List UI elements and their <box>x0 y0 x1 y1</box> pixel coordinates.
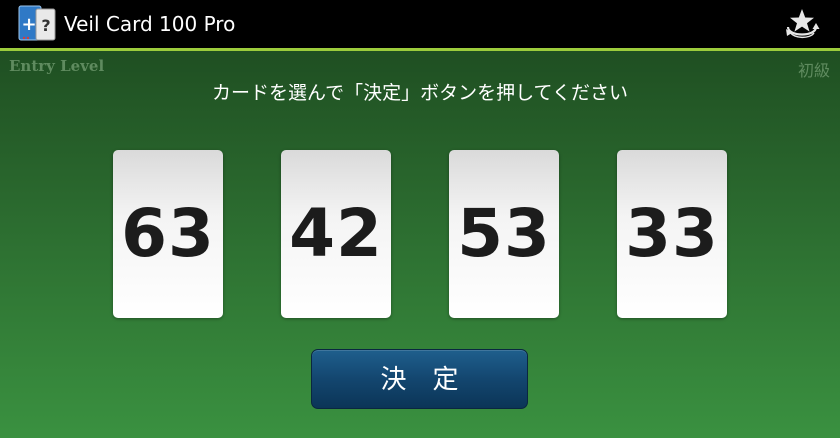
card-3[interactable]: 53 <box>449 150 559 318</box>
action-bar: + ? Veil Card 100 Pro <box>0 0 840 48</box>
card-number: 42 <box>289 195 383 272</box>
icon-question-glyph: ? <box>41 16 50 35</box>
card-number: 53 <box>457 195 551 272</box>
app-title: Veil Card 100 Pro <box>64 12 236 36</box>
game-area: Entry Level 初級 カードを選んで「決定」ボタンを押してください 63… <box>0 51 840 438</box>
star-rotate-icon[interactable] <box>782 6 822 42</box>
card-2[interactable]: 42 <box>281 150 391 318</box>
veil-card-app-icon[interactable]: + ? <box>18 5 56 43</box>
icon-plus-glyph: + <box>21 14 36 35</box>
app-window: + ? Veil Card 100 Pro Entry Level 初級 カード… <box>0 0 840 438</box>
card-number: 63 <box>121 195 215 272</box>
level-label-english: Entry Level <box>9 57 105 75</box>
decide-button[interactable]: 決定 <box>311 349 528 409</box>
instruction-text: カードを選んで「決定」ボタンを押してください <box>212 82 628 104</box>
card-1[interactable]: 63 <box>113 150 223 318</box>
card-4[interactable]: 33 <box>617 150 727 318</box>
card-number: 33 <box>625 195 719 272</box>
